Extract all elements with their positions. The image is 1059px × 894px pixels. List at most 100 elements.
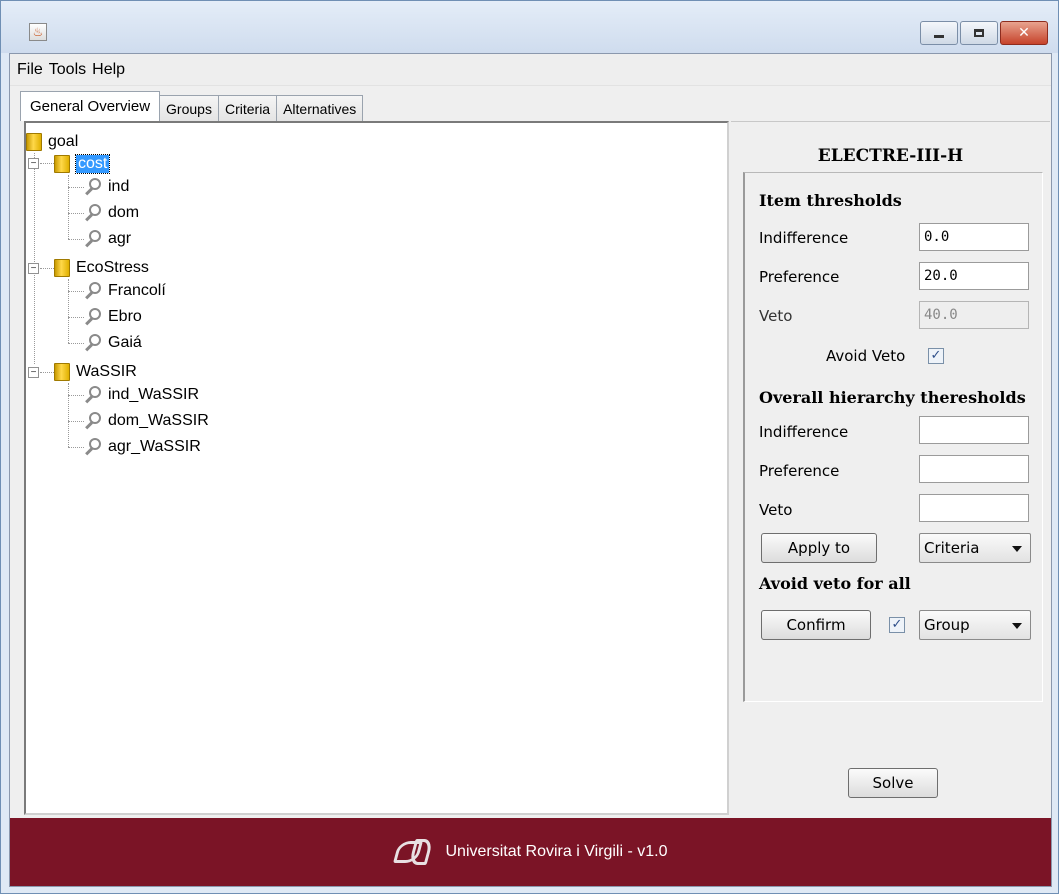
item-indifference-label: Indifference [759, 229, 849, 247]
item-veto-input [919, 301, 1029, 329]
window-controls: ✕ [920, 21, 1048, 45]
chevron-down-icon [1012, 623, 1022, 629]
menu-tools[interactable]: Tools [46, 61, 89, 79]
tree-leaf[interactable]: dom [84, 202, 139, 224]
tab-general-overview[interactable]: General Overview [20, 91, 161, 121]
magnifier-icon [84, 385, 104, 405]
tree-line [68, 291, 84, 292]
tab-criteria[interactable]: Criteria [217, 95, 278, 121]
magnifier-icon [84, 333, 104, 353]
menu-file[interactable]: File [14, 61, 46, 79]
tree-node-label: Gaiá [108, 334, 142, 351]
overall-preference-label: Preference [759, 462, 840, 480]
tree-leaf[interactable]: Gaiá [84, 332, 142, 354]
tree-leaf[interactable]: Francolí [84, 280, 166, 302]
tree-group-cost[interactable]: cost [54, 153, 111, 175]
collapse-toggle[interactable]: − [28, 263, 39, 274]
magnifier-icon [84, 229, 104, 249]
app-window: ♨ ✕ File Tools Help General Overview Gro… [0, 0, 1059, 894]
tab-groups[interactable]: Groups [159, 95, 219, 121]
item-veto-label: Veto [759, 307, 793, 325]
avoid-veto-all-heading: Avoid veto for all [759, 574, 911, 593]
close-button[interactable]: ✕ [1000, 21, 1048, 45]
tree-group-wassir[interactable]: WaSSIR [54, 361, 137, 383]
overall-indifference-input[interactable] [919, 416, 1029, 444]
tree-leaf[interactable]: ind [84, 176, 129, 198]
collapse-toggle[interactable]: − [28, 367, 39, 378]
apply-to-select-value: Criteria [924, 539, 980, 557]
tree-line [40, 372, 54, 373]
footer-text: Universitat Rovira i Virgili - v1.0 [445, 843, 668, 860]
avoid-veto-checkbox[interactable]: ✓ [928, 348, 944, 364]
magnifier-icon [84, 307, 104, 327]
overall-indifference-label: Indifference [759, 423, 849, 441]
minimize-button[interactable] [920, 21, 958, 45]
tree-node-label: ind [108, 178, 130, 195]
tree-node-label: cost [74, 154, 111, 174]
tree-leaf[interactable]: ind_WaSSIR [84, 384, 199, 406]
tree-leaf[interactable]: agr_WaSSIR [84, 436, 201, 458]
magnifier-icon [84, 411, 104, 431]
maximize-button[interactable] [960, 21, 998, 45]
title-bar: ♨ ✕ [1, 1, 1058, 53]
tree-leaf[interactable]: dom_WaSSIR [84, 410, 209, 432]
overall-veto-label: Veto [759, 501, 793, 519]
content-frame: File Tools Help General Overview Groups … [9, 53, 1052, 887]
avoid-veto-all-checkbox[interactable]: ✓ [889, 617, 905, 633]
item-preference-input[interactable] [919, 262, 1029, 290]
magnifier-icon [84, 177, 104, 197]
folder-icon [54, 155, 70, 173]
magnifier-icon [84, 281, 104, 301]
tree-node-label: EcoStress [76, 259, 149, 276]
tree-line [40, 163, 54, 164]
tree-line [68, 421, 84, 422]
tree-node-label: agr_WaSSIR [108, 438, 201, 455]
menu-help[interactable]: Help [89, 61, 128, 79]
confirm-button[interactable]: Confirm [761, 610, 871, 640]
solve-button[interactable]: Solve [848, 768, 938, 798]
method-title: ELECTRE-III-H [817, 146, 964, 166]
tree-node-label: ind_WaSSIR [108, 386, 199, 403]
tree-node-label: Ebro [108, 308, 142, 325]
tree-line [68, 279, 69, 343]
tree-line [68, 187, 84, 188]
collapse-toggle[interactable]: − [28, 158, 39, 169]
tree-leaf[interactable]: agr [84, 228, 131, 250]
tree-line [68, 317, 84, 318]
hierarchy-tree[interactable]: goal − cost ind dom agr − EcoStress Fran… [26, 123, 727, 813]
folder-icon [26, 133, 42, 151]
tree-root[interactable]: goal [26, 131, 78, 153]
tree-node-label: WaSSIR [76, 363, 137, 380]
tree-line [68, 343, 84, 344]
overall-thresholds-heading: Overall hierarchy theresholds [759, 388, 1026, 407]
avoid-veto-scope-select[interactable]: Group [919, 610, 1031, 640]
hierarchy-tree-panel[interactable]: goal − cost ind dom agr − EcoStress Fran… [24, 121, 729, 815]
method-settings-panel: ELECTRE-III-H Item thresholds Indifferen… [731, 121, 1050, 815]
folder-icon [54, 259, 70, 277]
tree-node-label: Francolí [108, 282, 166, 299]
tree-group-ecostress[interactable]: EcoStress [54, 257, 149, 279]
tree-line [68, 383, 69, 447]
overall-preference-input[interactable] [919, 455, 1029, 483]
tree-line [34, 153, 35, 364]
overall-veto-input[interactable] [919, 494, 1029, 522]
tree-line [68, 175, 69, 239]
tree-line [68, 239, 84, 240]
avoid-veto-scope-value: Group [924, 616, 970, 634]
tree-node-label: agr [108, 230, 132, 247]
avoid-veto-label: Avoid Veto [826, 347, 906, 365]
maximize-icon [974, 29, 984, 37]
item-indifference-input[interactable] [919, 223, 1029, 251]
tree-line [68, 395, 84, 396]
close-icon: ✕ [1018, 25, 1030, 41]
apply-to-button[interactable]: Apply to [761, 533, 877, 563]
java-cup-icon: ♨ [29, 23, 47, 41]
university-logo [392, 837, 438, 867]
tree-node-label: dom [108, 204, 140, 221]
apply-to-select[interactable]: Criteria [919, 533, 1031, 563]
magnifier-icon [84, 203, 104, 223]
tab-alternatives[interactable]: Alternatives [276, 95, 364, 121]
tree-leaf[interactable]: Ebro [84, 306, 142, 328]
magnifier-icon [84, 437, 104, 457]
tab-bar: General Overview Groups Criteria Alterna… [20, 91, 364, 121]
